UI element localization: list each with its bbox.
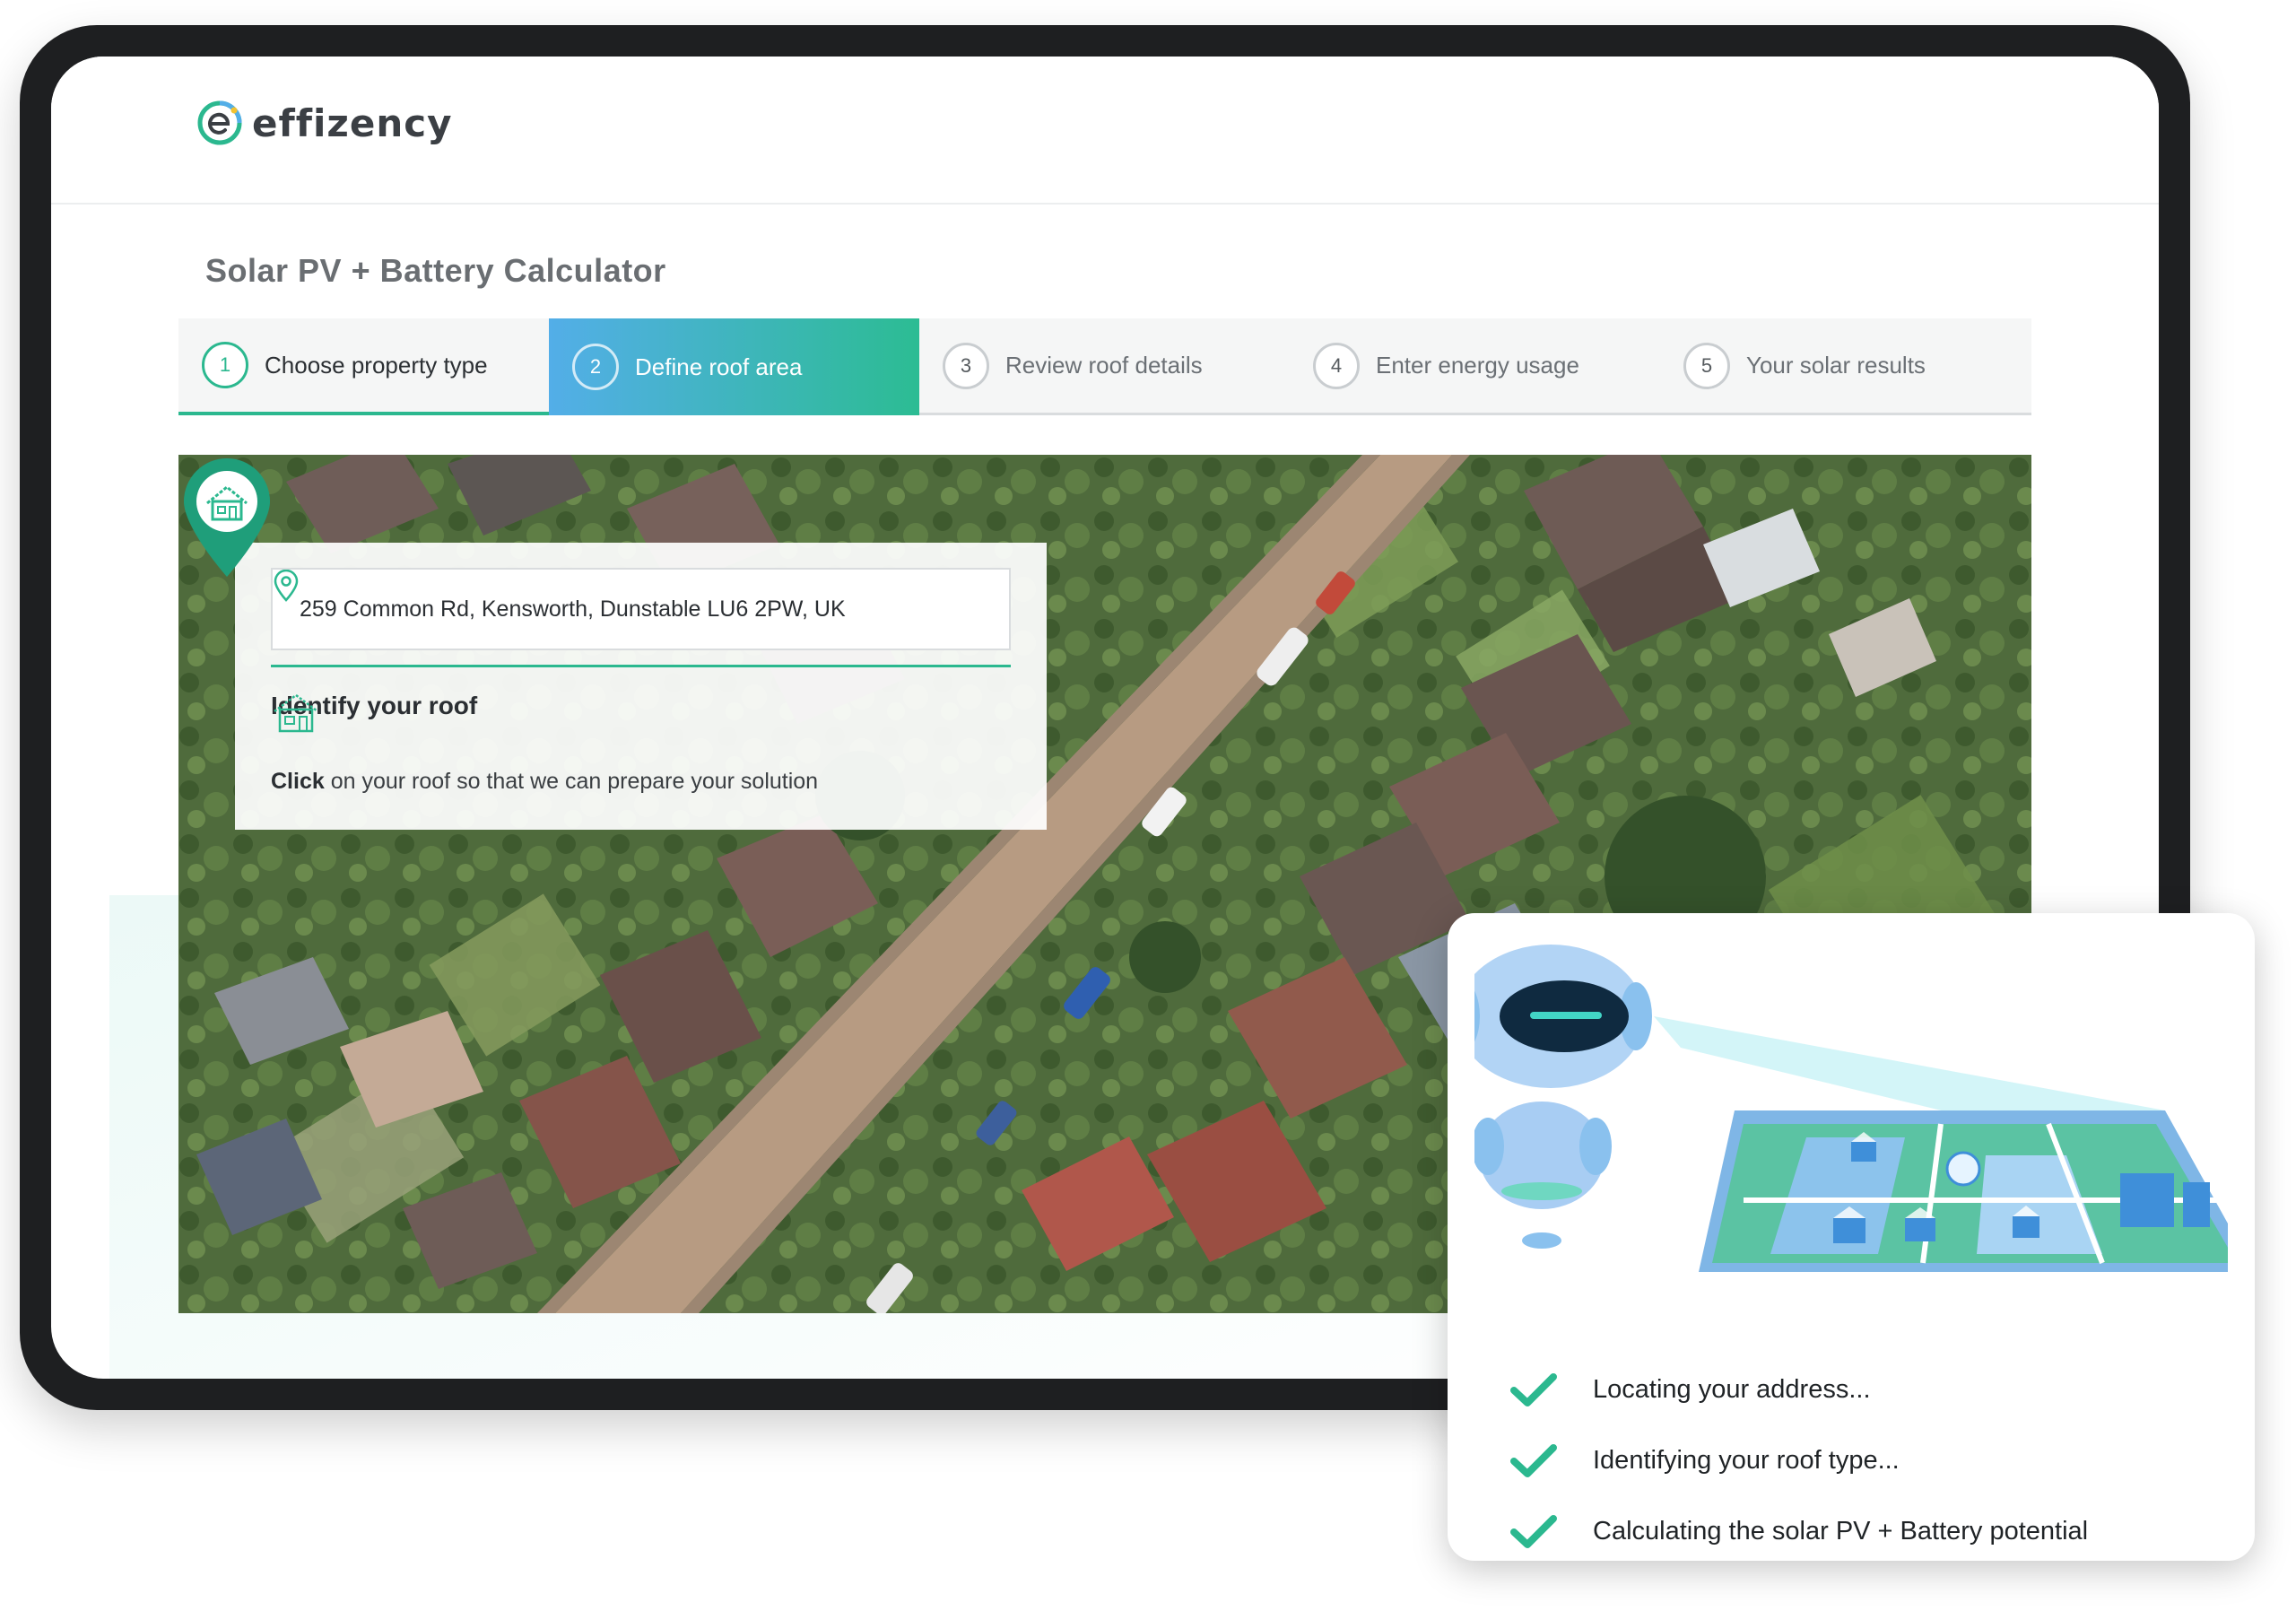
app-header: effizency xyxy=(51,57,2159,205)
location-pin-icon xyxy=(274,570,299,602)
step-your-solar-results[interactable]: 5 Your solar results xyxy=(1660,318,2031,413)
step-label: Enter energy usage xyxy=(1376,352,1579,379)
checklist-item: Identifying your roof type... xyxy=(1510,1425,2088,1496)
step-label: Your solar results xyxy=(1746,352,1926,379)
checkmark-icon xyxy=(1510,1372,1557,1406)
step-number: 1 xyxy=(202,342,248,388)
checklist-text: Locating your address... xyxy=(1593,1375,1871,1404)
step-choose-property-type[interactable]: 1 Choose property type xyxy=(178,318,549,415)
step-define-roof-area[interactable]: 2 Define roof area xyxy=(549,318,919,415)
progress-checklist: Locating your address... Identifying you… xyxy=(1510,1354,2088,1567)
step-label: Define roof area xyxy=(635,353,803,380)
checkmark-icon xyxy=(1510,1443,1557,1477)
checklist-text: Identifying your roof type... xyxy=(1593,1446,1900,1475)
map-marker-icon[interactable] xyxy=(178,455,275,580)
step-review-roof-details[interactable]: 3 Review roof details xyxy=(919,318,1290,413)
identify-roof-heading: Identify your roof xyxy=(271,692,477,733)
checklist-item: Calculating the solar PV + Battery poten… xyxy=(1510,1496,2088,1567)
checklist-text: Calculating the solar PV + Battery poten… xyxy=(1593,1517,2089,1546)
step-enter-energy-usage[interactable]: 4 Enter energy usage xyxy=(1290,318,1660,413)
page-title: Solar PV + Battery Calculator xyxy=(205,252,666,289)
step-number: 2 xyxy=(572,344,619,390)
description-emphasis: Click xyxy=(271,769,325,794)
step-number: 3 xyxy=(943,342,989,389)
robot-scanning-illustration xyxy=(1474,945,2228,1272)
divider xyxy=(271,665,1011,667)
brand-name: effizency xyxy=(252,100,453,145)
description-text: on your roof so that we can prepare your… xyxy=(324,769,819,794)
address-value: 259 Common Rd, Kensworth, Dunstable LU6 … xyxy=(300,596,846,622)
checkmark-icon xyxy=(1510,1514,1557,1548)
identify-roof-description: Click on your roof so that we can prepar… xyxy=(271,769,818,795)
step-number: 5 xyxy=(1683,342,1730,389)
effizency-logo-icon xyxy=(197,100,242,145)
step-label: Review roof details xyxy=(1005,352,1203,379)
step-label: Choose property type xyxy=(265,351,488,379)
progress-stepper: 1 Choose property type 2 Define roof are… xyxy=(178,318,2031,415)
step-number: 4 xyxy=(1313,342,1360,389)
ai-analysis-card: Locating your address... Identifying you… xyxy=(1448,913,2255,1561)
address-search-input[interactable]: 259 Common Rd, Kensworth, Dunstable LU6 … xyxy=(271,568,1011,650)
brand-logo[interactable]: effizency xyxy=(196,100,453,146)
checklist-item: Locating your address... xyxy=(1510,1354,2088,1425)
house-outline-icon xyxy=(274,693,318,733)
address-card: 259 Common Rd, Kensworth, Dunstable LU6 … xyxy=(235,543,1047,830)
